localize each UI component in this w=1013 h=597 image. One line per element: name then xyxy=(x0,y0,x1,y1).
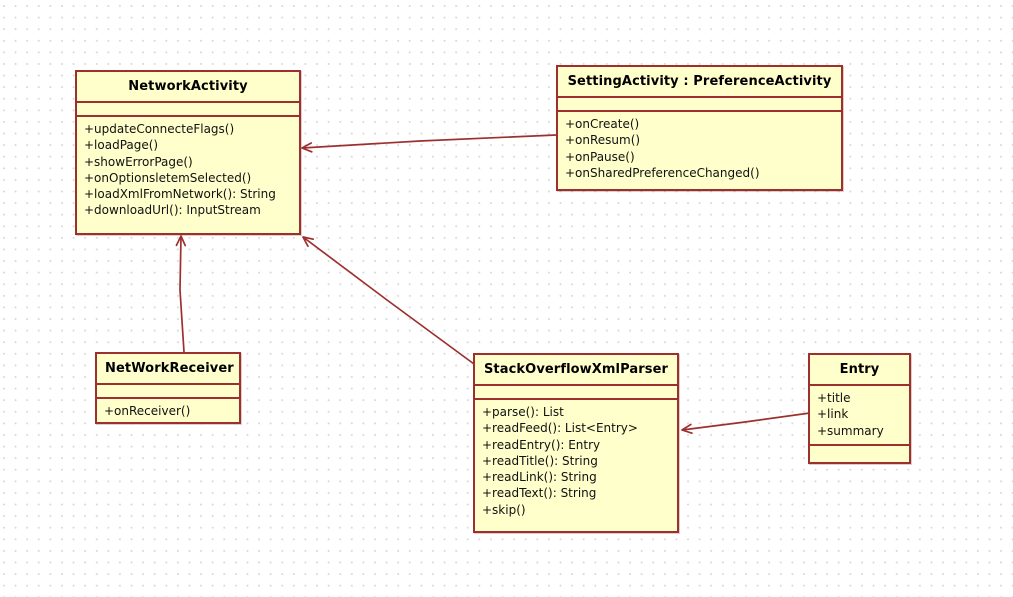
connector-setting-activity-to-network-activity xyxy=(301,134,557,153)
diagram-canvas: NetworkActivity +updateConnecteFlags() +… xyxy=(0,0,1013,597)
method-item: +downloadUrl(): InputStream xyxy=(84,203,261,218)
class-box-network-activity[interactable]: NetworkActivity +updateConnecteFlags() +… xyxy=(75,70,301,235)
attribute-item: +link xyxy=(817,407,849,422)
class-title-stackoverflow-xml-parser: StackOverflowXmlParser xyxy=(475,355,677,386)
method-item: +readText(): String xyxy=(482,486,597,501)
class-attributes-network-activity xyxy=(77,103,299,117)
method-list-network-activity: +updateConnecteFlags() +loadPage() +show… xyxy=(84,121,292,219)
connector-entry-to-xml-parser xyxy=(681,412,811,435)
method-item: +onSharedPreferenceChanged() xyxy=(565,165,760,180)
class-methods-setting-activity: +onCreate() +onResum() +onPause() +onSha… xyxy=(558,112,841,186)
method-item: +onCreate() xyxy=(565,117,640,131)
class-title-network-receiver: NetWorkReceiver xyxy=(97,354,239,385)
method-item: +parse(): List xyxy=(482,405,564,419)
connector-network-receiver-to-network-activity xyxy=(175,235,187,353)
attribute-list-entry: +title +link +summary xyxy=(817,390,902,439)
class-methods-entry xyxy=(810,446,909,460)
connector-xml-parser-to-network-activity xyxy=(302,236,475,365)
attribute-item: +title xyxy=(817,391,851,405)
method-item: +updateConnecteFlags() xyxy=(84,122,235,136)
class-attributes-network-receiver xyxy=(97,385,239,399)
class-title-setting-activity: SettingActivity : PreferenceActivity xyxy=(558,67,841,98)
class-title-network-activity: NetworkActivity xyxy=(77,72,299,103)
class-box-network-receiver[interactable]: NetWorkReceiver +onReceiver() xyxy=(95,352,241,424)
method-item: +readLink(): String xyxy=(482,470,597,485)
method-item: +readFeed(): List<Entry> xyxy=(482,421,638,436)
method-item: +onResum() xyxy=(565,133,641,148)
class-attributes-entry: +title +link +summary xyxy=(810,386,909,446)
class-box-setting-activity[interactable]: SettingActivity : PreferenceActivity +on… xyxy=(556,65,843,191)
attribute-item: +summary xyxy=(817,423,884,438)
class-box-entry[interactable]: Entry +title +link +summary xyxy=(808,353,911,464)
class-methods-network-activity: +updateConnecteFlags() +loadPage() +show… xyxy=(77,117,299,224)
class-title-entry: Entry xyxy=(810,355,909,386)
class-attributes-setting-activity xyxy=(558,98,841,112)
class-methods-stackoverflow-xml-parser: +parse(): List +readFeed(): List<Entry> … xyxy=(475,400,677,523)
method-item: +loadXmlFromNetwork(): String xyxy=(84,187,276,202)
method-item: +onPause() xyxy=(565,149,635,164)
method-item: +onReceiver() xyxy=(104,404,191,418)
class-box-stackoverflow-xml-parser[interactable]: StackOverflowXmlParser +parse(): List +r… xyxy=(473,353,679,533)
method-item: +readTitle(): String xyxy=(482,453,598,468)
method-item: +skip() xyxy=(482,502,526,517)
method-item: +onOptionsletemSelected() xyxy=(84,170,252,185)
method-item: +readEntry(): Entry xyxy=(482,437,601,452)
method-item: +showErrorPage() xyxy=(84,154,193,169)
class-attributes-stackoverflow-xml-parser xyxy=(475,386,677,400)
method-list-stackoverflow-xml-parser: +parse(): List +readFeed(): List<Entry> … xyxy=(482,404,670,518)
method-list-setting-activity: +onCreate() +onResum() +onPause() +onSha… xyxy=(565,116,834,181)
class-methods-network-receiver: +onReceiver() xyxy=(97,399,239,424)
method-list-network-receiver: +onReceiver() xyxy=(104,403,232,419)
method-item: +loadPage() xyxy=(84,138,159,153)
